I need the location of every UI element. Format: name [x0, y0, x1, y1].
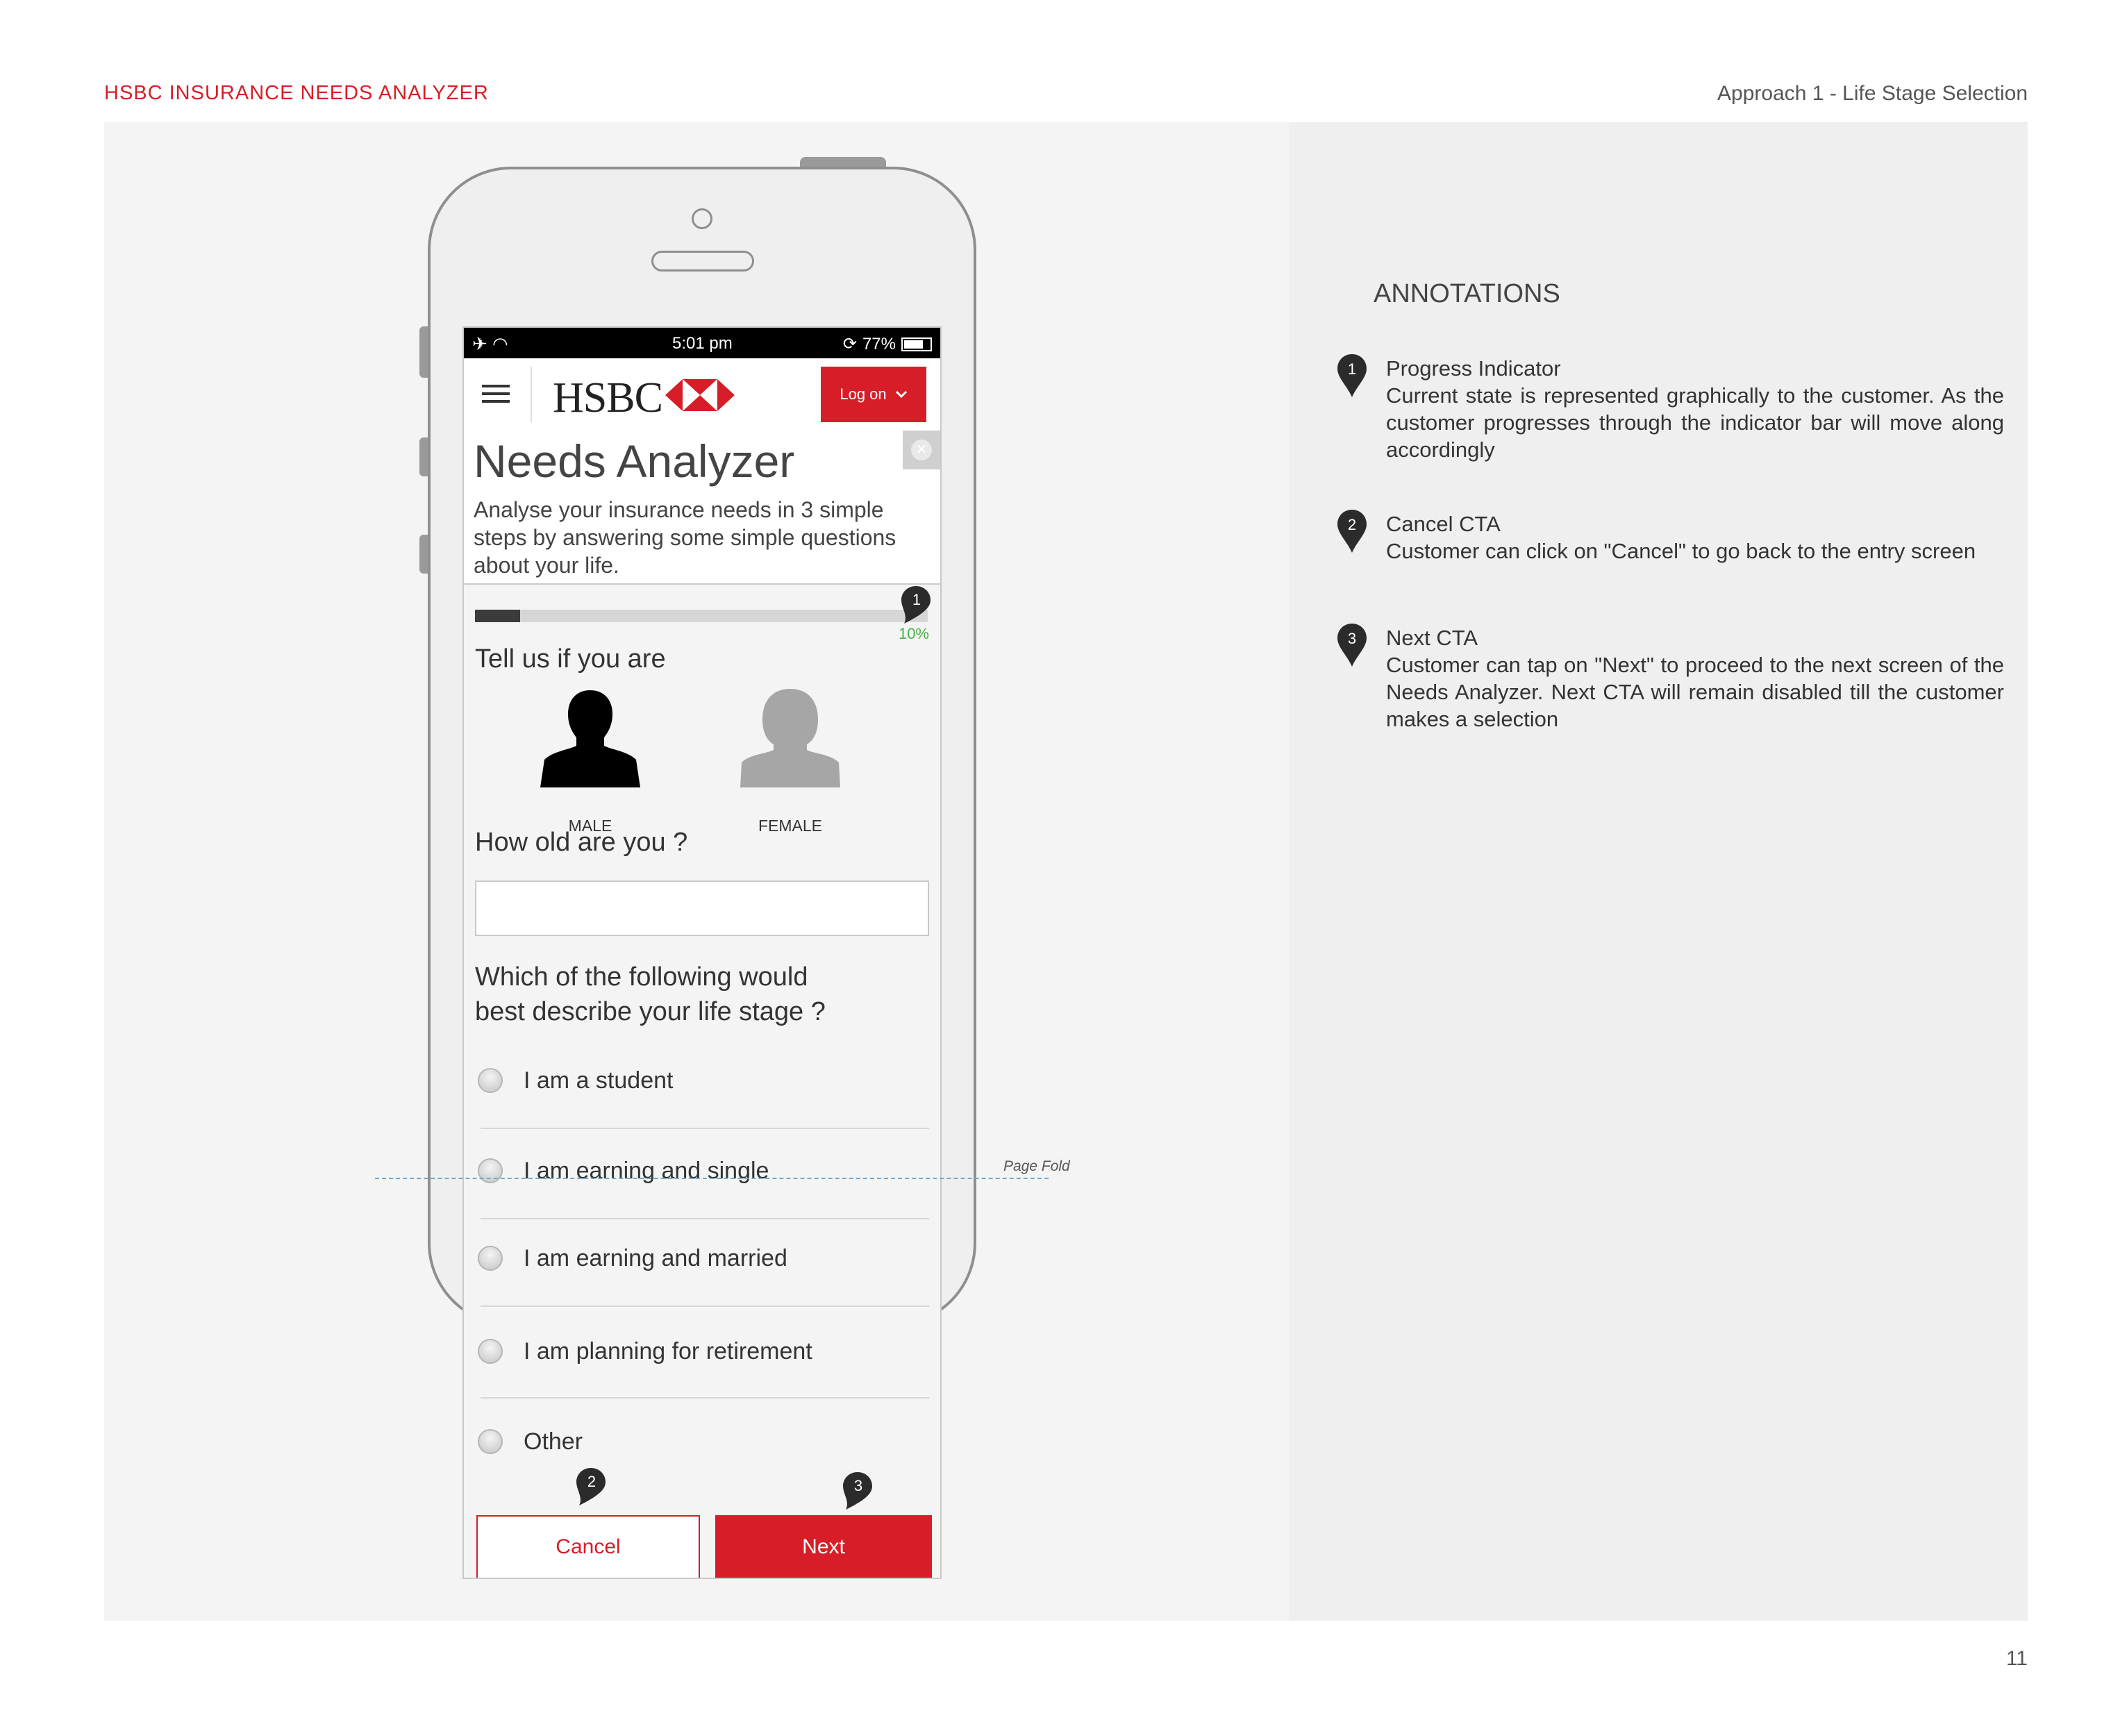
life-stage-question-line-1: Which of the following would [475, 962, 808, 992]
document-title: HSBC INSURANCE NEEDS ANALYZER [104, 82, 489, 104]
status-right: ⟳ 77% [843, 334, 932, 354]
marker-number: 3 [854, 1477, 862, 1494]
life-stage-option-retirement[interactable]: I am planning for retirement [475, 1330, 929, 1372]
annotation-text: Current state is represented graphically… [1386, 383, 2004, 462]
page-number: 11 [2005, 1647, 2028, 1670]
annotation-marker-2: 2 [576, 1468, 606, 1505]
female-avatar-icon[interactable] [740, 687, 840, 787]
option-label: I am planning for retirement [524, 1337, 812, 1364]
annotation-text: Customer can tap on "Next" to proceed to… [1386, 653, 2004, 731]
log-on-label: Log on [840, 385, 887, 403]
life-stage-question: Which of the following would best descri… [475, 960, 826, 1029]
pin-number: 1 [1348, 360, 1356, 378]
age-question: How old are you ? [475, 828, 688, 857]
next-button[interactable]: Next [715, 1515, 932, 1578]
progress-percent: 10% [898, 625, 929, 642]
radio-button[interactable] [478, 1068, 503, 1093]
hsbc-hexagon-logo-icon [665, 379, 735, 411]
age-input[interactable] [475, 880, 929, 936]
page-fold-label: Page Fold [1003, 1158, 1070, 1174]
life-stage-option-student[interactable]: I am a student [475, 1060, 929, 1101]
female-label: FEMALE [758, 817, 823, 835]
menu-icon[interactable] [482, 385, 510, 404]
status-bar: ✈ ◠ 5:01 pm ⟳ 77% [464, 328, 940, 358]
page-title: Needs Analyzer [474, 435, 795, 487]
annotation-2: Cancel CTA Customer can click on "Cancel… [1386, 511, 2004, 565]
annotation-marker-3: 3 [843, 1472, 872, 1510]
life-stage-option-other[interactable]: Other [475, 1421, 929, 1462]
document-subtitle: Approach 1 - Life Stage Selection [1717, 82, 2028, 105]
progress-bar [475, 610, 928, 622]
option-label: I am earning and single [524, 1157, 769, 1184]
annotation-title: Progress Indicator [1386, 356, 1561, 381]
phone-screen: ✈ ◠ 5:01 pm ⟳ 77% HSBC Log on Needs Anal… [464, 328, 940, 1578]
airplane-wifi-icon: ✈ ◠ [472, 333, 508, 354]
status-time: 5:01 pm [672, 334, 733, 353]
annotation-title: Cancel CTA [1386, 512, 1501, 536]
annotation-pin-1-icon: 1 [1337, 354, 1367, 397]
battery-icon [901, 337, 932, 351]
annotations-panel [1289, 122, 2028, 1621]
marker-number: 2 [587, 1473, 596, 1490]
radio-button[interactable] [478, 1246, 503, 1271]
radio-button[interactable] [478, 1339, 503, 1364]
option-divider [481, 1128, 929, 1129]
annotation-pin-2-icon: 2 [1337, 510, 1367, 553]
option-divider [481, 1305, 929, 1307]
pin-number: 3 [1348, 630, 1356, 647]
rotation-lock-icon: ⟳ [842, 335, 857, 353]
annotations-heading: ANNOTATIONS [1374, 279, 1560, 308]
life-stage-question-line-2: best describe your life stage ? [475, 997, 826, 1026]
annotation-3: Next CTA Customer can tap on "Next" to p… [1386, 625, 2004, 733]
page-description: Analyse your insurance needs in 3 simple… [474, 497, 896, 578]
gender-question: Tell us if you are [475, 644, 666, 674]
option-divider [481, 1218, 929, 1219]
close-button[interactable]: ✕ [903, 431, 940, 469]
page-fold-line [375, 1178, 1049, 1179]
male-avatar-icon[interactable] [540, 687, 640, 787]
option-label: I am earning and married [524, 1244, 787, 1271]
option-label: Other [524, 1428, 583, 1455]
annotation-title: Next CTA [1386, 626, 1478, 650]
nav-divider [531, 367, 532, 422]
intro-panel: Needs Analyzer ✕ Analyse your insurance … [464, 431, 940, 585]
log-on-button[interactable]: Log on [821, 367, 926, 422]
radio-button[interactable] [478, 1158, 503, 1183]
cancel-button[interactable]: Cancel [476, 1515, 700, 1578]
close-icon: ✕ [911, 440, 932, 460]
marker-number: 1 [912, 591, 921, 608]
brand-name: HSBC [553, 374, 663, 422]
battery-percent: 77% [862, 334, 896, 353]
annotation-pin-3-icon: 3 [1337, 624, 1367, 667]
annotation-text: Customer can click on "Cancel" to go bac… [1386, 539, 1976, 563]
annotation-marker-1: 1 [901, 586, 931, 624]
life-stage-option-earning-single[interactable]: I am earning and single [475, 1150, 929, 1192]
chevron-down-icon [895, 390, 907, 399]
option-divider [481, 1397, 929, 1399]
annotation-1: Progress Indicator Current state is repr… [1386, 356, 2004, 463]
pin-number: 2 [1348, 516, 1356, 533]
phone-camera [692, 208, 712, 229]
life-stage-option-earning-married[interactable]: I am earning and married [475, 1237, 929, 1279]
option-label: I am a student [524, 1067, 674, 1094]
progress-bar-fill [475, 610, 521, 622]
top-navigation: HSBC Log on [464, 358, 940, 432]
radio-button[interactable] [478, 1429, 503, 1454]
phone-speaker [651, 251, 754, 272]
